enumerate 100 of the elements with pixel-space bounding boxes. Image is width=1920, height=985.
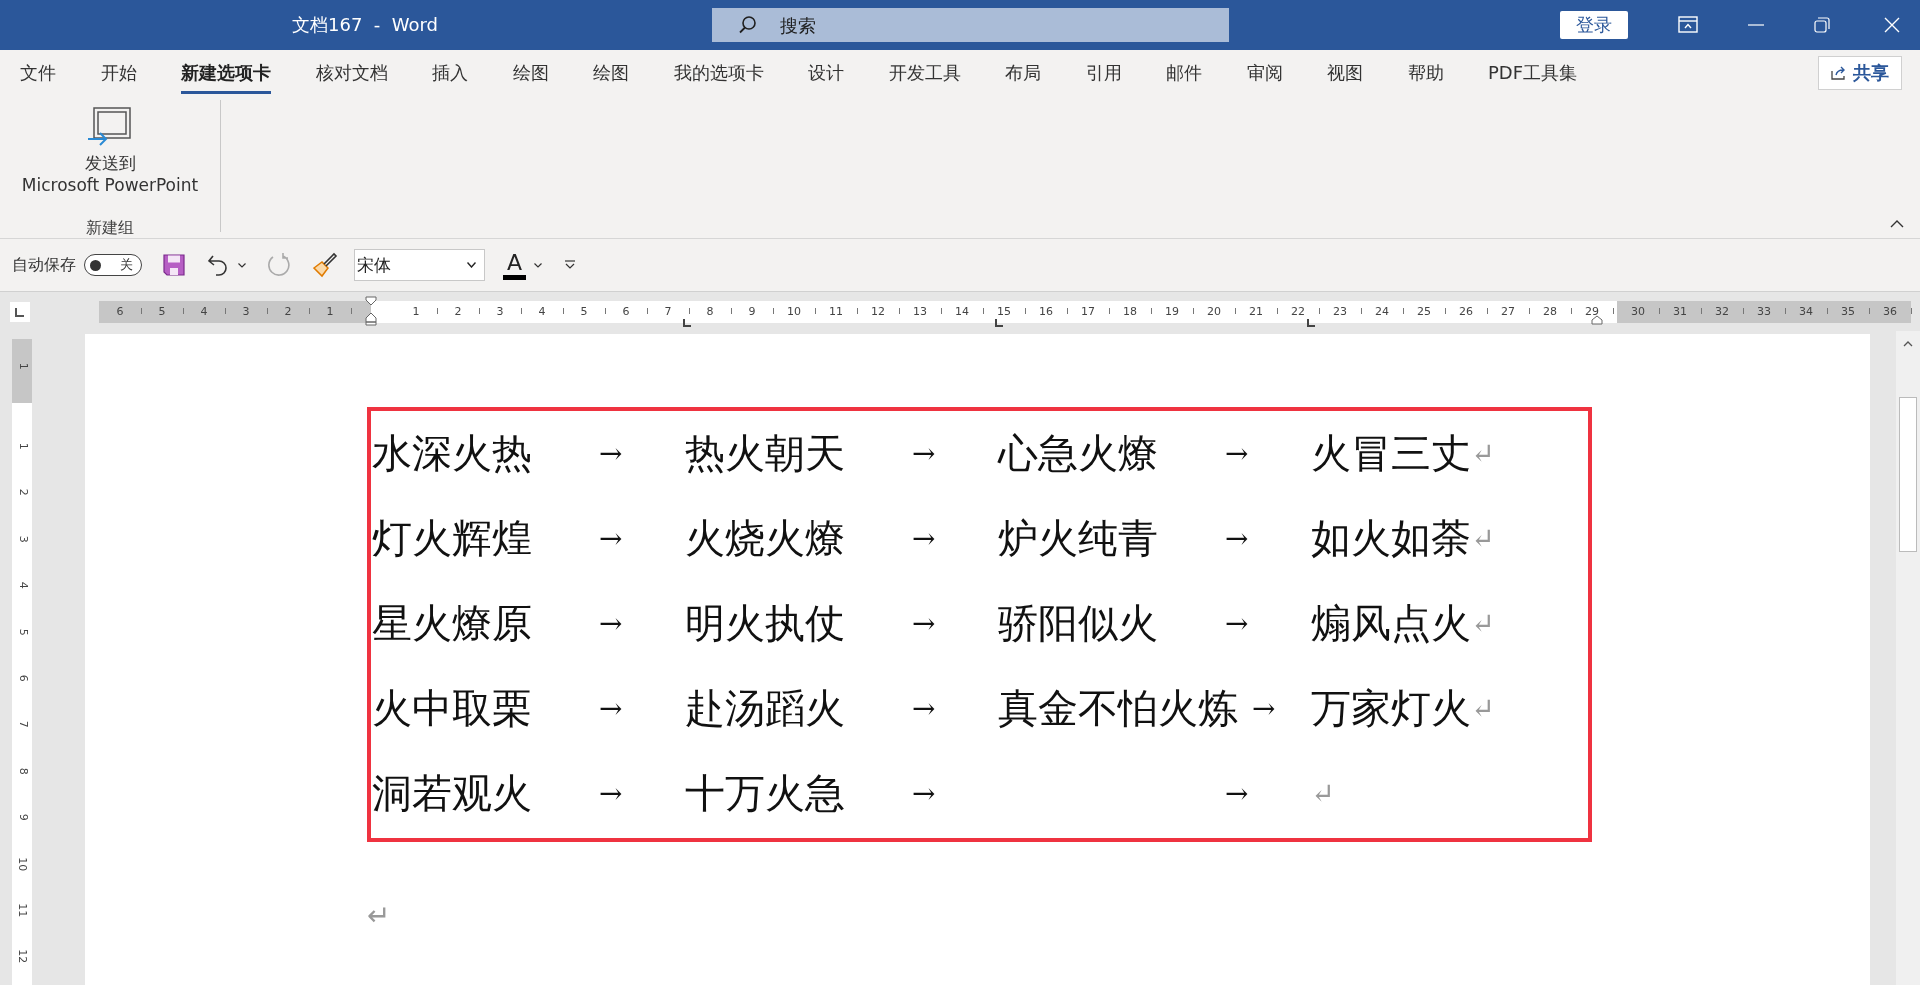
ribbon-tab[interactable]: 插入 — [432, 52, 468, 94]
arrow-text: → — [1252, 692, 1276, 725]
ruler-number: 33 — [1743, 305, 1785, 318]
paintbrush-icon[interactable] — [312, 252, 338, 278]
vertical-scrollbar[interactable] — [1896, 331, 1920, 985]
ribbon-tab[interactable]: 文件 — [20, 52, 56, 94]
share-button[interactable]: 共享 — [1818, 56, 1902, 90]
ruler-number: 25 — [1403, 305, 1445, 318]
ribbon-tab[interactable]: 开始 — [100, 52, 137, 94]
ribbon-tab[interactable]: 我的选项卡 — [673, 52, 764, 94]
ruler-number: 17 — [1067, 305, 1109, 318]
ruler-number: 9 — [15, 813, 31, 821]
ruler-number: 32 — [1701, 305, 1743, 318]
ribbon-tab[interactable]: PDF工具集 — [1488, 52, 1578, 94]
ribbon-tab[interactable]: 布局 — [1005, 52, 1041, 94]
ribbon-tab[interactable]: 邮件 — [1166, 52, 1202, 94]
ruler-number: 3 — [15, 535, 31, 543]
arrow-text: → — [1225, 777, 1249, 810]
idiom-text: 火中取栗 — [372, 684, 533, 733]
ruler-number: 13 — [899, 305, 941, 318]
ruler-number: 31 — [1659, 305, 1701, 318]
tab-selector-icon[interactable] — [10, 301, 30, 322]
font-dropdown[interactable]: 宋体 — [354, 249, 485, 281]
ruler-number: 26 — [1445, 305, 1487, 318]
ruler-number: 8 — [15, 767, 31, 775]
caret-icon[interactable] — [238, 262, 246, 268]
ribbon-tab[interactable]: 视图 — [1327, 52, 1363, 94]
group-label: 新建组 — [86, 218, 134, 239]
tab-stop-icon[interactable] — [1307, 318, 1315, 327]
login-button[interactable]: 登录 — [1560, 11, 1628, 39]
ruler-number: 35 — [1827, 305, 1869, 318]
scrollbar-thumb[interactable] — [1899, 397, 1917, 552]
close-icon[interactable] — [1884, 17, 1900, 33]
arrow-text: → — [912, 692, 936, 725]
autosave-toggle[interactable]: 关 — [84, 254, 142, 276]
search-field[interactable]: 搜索 — [712, 8, 1229, 42]
ruler-number: 3 — [479, 305, 521, 318]
ribbon-tab[interactable]: 引用 — [1085, 52, 1122, 94]
arrow-text: → — [912, 607, 936, 640]
idiom-text: 煽风点火 — [1311, 599, 1471, 648]
idiom-text: 火冒三丈 — [1311, 429, 1471, 478]
ruler-number: 2 — [15, 489, 31, 497]
ribbon-tab[interactable]: 设计 — [808, 52, 844, 94]
idiom-text: 赴汤蹈火 — [685, 684, 846, 733]
caret-icon — [467, 262, 476, 268]
indent-marker-icon[interactable] — [1591, 314, 1603, 325]
collapse-ribbon-icon[interactable] — [1890, 220, 1904, 228]
idiom-text: 十万火急 — [685, 769, 846, 818]
ruler-number: 11 — [815, 305, 857, 318]
arrow-text: → — [1225, 437, 1249, 470]
ribbon-tab[interactable]: 核对文档 — [315, 52, 388, 94]
ruler-number: 16 — [1025, 305, 1067, 318]
ribbon-tab[interactable]: 帮助 — [1407, 52, 1444, 94]
ruler-number: 36 — [1869, 305, 1911, 318]
caret-icon[interactable] — [534, 262, 543, 268]
window-title: 文档167 - Word — [292, 13, 439, 37]
vertical-ruler[interactable]: 1 1 2 3 4 5 6 7 8 9 10 11 12 — [12, 339, 32, 985]
ribbon-display-icon[interactable] — [1678, 16, 1698, 34]
ruler-number: 1 — [395, 305, 437, 318]
ruler-number: 30 — [1617, 305, 1659, 318]
ruler-number: 7 — [647, 305, 689, 318]
ruler-number: 5 — [15, 628, 31, 636]
ribbon-tab[interactable]: 审阅 — [1246, 52, 1283, 94]
restore-icon[interactable] — [1814, 17, 1830, 33]
ribbon-tab[interactable]: 新建选项卡 — [181, 52, 271, 94]
idiom-text: 心急火燎 — [998, 429, 1159, 478]
ribbon-tab[interactable]: 绘图 — [593, 52, 629, 94]
ruler-number: 4 — [183, 305, 225, 318]
ruler-number: 11 — [15, 903, 31, 918]
undo-icon[interactable] — [206, 253, 230, 277]
ribbon-tab[interactable]: 开发工具 — [888, 52, 961, 94]
tab-stop-icon[interactable] — [683, 318, 691, 327]
ribbon-tab[interactable]: 绘图 — [512, 52, 549, 94]
paragraph-mark: ↵ — [1471, 692, 1495, 725]
ruler-number: 10 — [773, 305, 815, 318]
font-color-button[interactable]: A — [503, 250, 527, 280]
idiom-text: 明火执仗 — [685, 599, 846, 648]
idiom-text: 灯火辉煌 — [372, 514, 533, 563]
idiom-text: 万家灯火 — [1311, 684, 1471, 733]
ruler-number: 6 — [15, 674, 31, 682]
search-icon — [738, 15, 758, 35]
ruler-number: 4 — [15, 581, 31, 589]
ruler-number: 3 — [225, 305, 267, 318]
paragraph-mark: ↵ — [1471, 522, 1495, 555]
paragraph-mark: ↵ — [367, 899, 391, 932]
tab-stop-icon[interactable] — [995, 318, 1003, 327]
autosave-label: 自动保存 — [12, 254, 76, 276]
indent-marker-icon[interactable] — [365, 295, 377, 326]
ruler-number: 21 — [1235, 305, 1277, 318]
ruler-number: 18 — [1109, 305, 1151, 318]
arrow-text: → — [599, 777, 623, 810]
ruler-number: 12 — [15, 949, 31, 964]
customize-toolbar-icon[interactable] — [564, 260, 577, 270]
arrow-text: → — [912, 777, 936, 810]
idiom-text: 如火如荼 — [1311, 514, 1471, 563]
scroll-up-icon[interactable] — [1903, 341, 1913, 347]
save-icon[interactable] — [162, 253, 186, 277]
send-to-powerpoint-button[interactable]: 发送到 Microsoft PowerPoint — [17, 104, 203, 198]
ruler-number: 22 — [1277, 305, 1319, 318]
ruler-number: 10 — [15, 856, 31, 871]
